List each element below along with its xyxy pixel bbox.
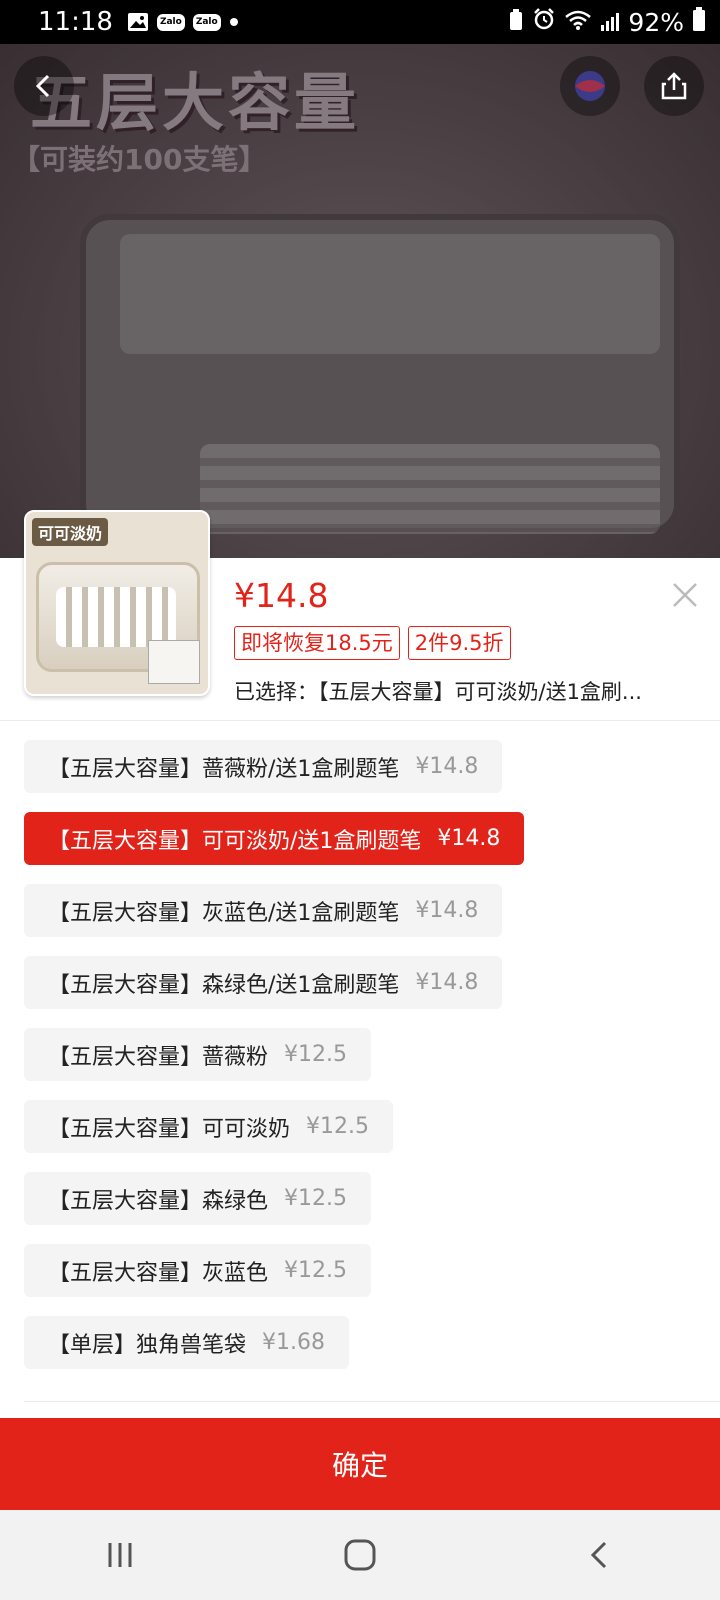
recents-button[interactable]: [90, 1525, 150, 1585]
share-button[interactable]: [644, 56, 704, 116]
variant-name: 【五层大容量】灰蓝色: [48, 1260, 269, 1286]
variant-name: 【五层大容量】森绿色/送1盒刷题笔: [48, 972, 400, 998]
variant-options: 【五层大容量】蔷薇粉/送1盒刷题笔 ¥14.8 【五层大容量】可可淡奶/送1盒刷题…: [24, 740, 525, 1369]
home-button[interactable]: [330, 1525, 390, 1585]
nav-back-button[interactable]: [570, 1525, 630, 1585]
variant-price: ¥12.5: [306, 1114, 369, 1139]
variant-price: ¥14.8: [437, 826, 501, 851]
variant-name: 【五层大容量】可可淡奶: [48, 1116, 291, 1142]
variant-name: 【五层大容量】蔷薇粉: [48, 1044, 269, 1070]
variant-price: ¥12.5: [284, 1042, 347, 1067]
globe-icon: [575, 71, 605, 101]
variant-name: 【五层大容量】灰蓝色/送1盒刷题笔: [48, 900, 400, 926]
close-icon: [673, 583, 697, 607]
zalo-icon: Zalo: [192, 13, 221, 31]
confirm-button[interactable]: 确定: [0, 1418, 720, 1510]
variant-price: ¥12.5: [284, 1258, 347, 1283]
status-time: 11:18: [38, 7, 113, 37]
variant-name: 【五层大容量】森绿色: [48, 1188, 269, 1214]
recents-icon: [108, 1543, 132, 1567]
variant-option[interactable]: 【五层大容量】灰蓝色/送1盒刷题笔 ¥14.8: [24, 884, 503, 937]
home-icon: [344, 1539, 376, 1571]
variant-option[interactable]: 【五层大容量】灰蓝色 ¥12.5: [24, 1244, 371, 1297]
status-bar: 11:18 Zalo Zalo 92%: [0, 0, 720, 44]
variant-name: 【五层大容量】蔷薇粉/送1盒刷题笔: [48, 756, 400, 782]
product-price: ¥14.8: [234, 576, 329, 615]
battery-saver-icon: [508, 8, 524, 37]
variant-option[interactable]: 【五层大容量】蔷薇粉/送1盒刷题笔 ¥14.8: [24, 740, 503, 793]
variant-price: ¥1.68: [262, 1330, 325, 1355]
globe-button[interactable]: [560, 56, 620, 116]
sku-thumbnail[interactable]: 可可淡奶: [24, 510, 210, 696]
variant-option[interactable]: 【五层大容量】蔷薇粉 ¥12.5: [24, 1028, 371, 1081]
gallery-icon: [127, 12, 149, 32]
product-image: 五层大容量 【可装约100支笔】: [0, 44, 720, 558]
back-icon: [590, 1541, 607, 1569]
promo-tag: 即将恢复18.5元: [234, 626, 400, 660]
variant-option[interactable]: 【五层大容量】森绿色 ¥12.5: [24, 1172, 371, 1225]
chevron-left-icon: [35, 74, 50, 98]
variant-option[interactable]: 【五层大容量】森绿色/送1盒刷题笔 ¥14.8: [24, 956, 503, 1009]
wifi-icon: [564, 8, 592, 37]
variant-price: ¥14.8: [415, 754, 479, 779]
variant-option[interactable]: 【单层】独角兽笔袋 ¥1.68: [24, 1316, 349, 1369]
system-nav-bar: [0, 1510, 720, 1600]
battery-percent: 92%: [628, 7, 684, 37]
battery-icon: [692, 7, 706, 37]
thumbnail-label: 可可淡奶: [32, 518, 109, 546]
signal-icon: [600, 8, 620, 37]
variant-name: 【单层】独角兽笔袋: [48, 1332, 247, 1358]
divider: [0, 720, 720, 721]
share-icon: [661, 72, 687, 100]
variant-name: 【五层大容量】可可淡奶/送1盒刷题笔: [48, 828, 422, 854]
variant-price: ¥14.8: [415, 970, 479, 995]
back-button[interactable]: [14, 56, 74, 116]
alarm-icon: [532, 7, 556, 37]
promo-tags: 即将恢复18.5元 2件9.5折: [234, 626, 511, 660]
variant-price: ¥12.5: [284, 1186, 347, 1211]
close-button[interactable]: [668, 578, 702, 612]
variant-option[interactable]: 【五层大容量】可可淡奶 ¥12.5: [24, 1100, 393, 1153]
promo-tag: 2件9.5折: [407, 626, 511, 660]
zalo-icon: Zalo: [156, 13, 185, 31]
variant-price: ¥14.8: [415, 898, 479, 923]
divider: [24, 1401, 720, 1402]
variant-option-selected[interactable]: 【五层大容量】可可淡奶/送1盒刷题笔 ¥14.8: [24, 812, 525, 865]
selected-variant-text: 已选择：【五层大容量】可可淡奶/送1盒刷...: [234, 680, 642, 704]
notification-dot-icon: [229, 17, 239, 27]
